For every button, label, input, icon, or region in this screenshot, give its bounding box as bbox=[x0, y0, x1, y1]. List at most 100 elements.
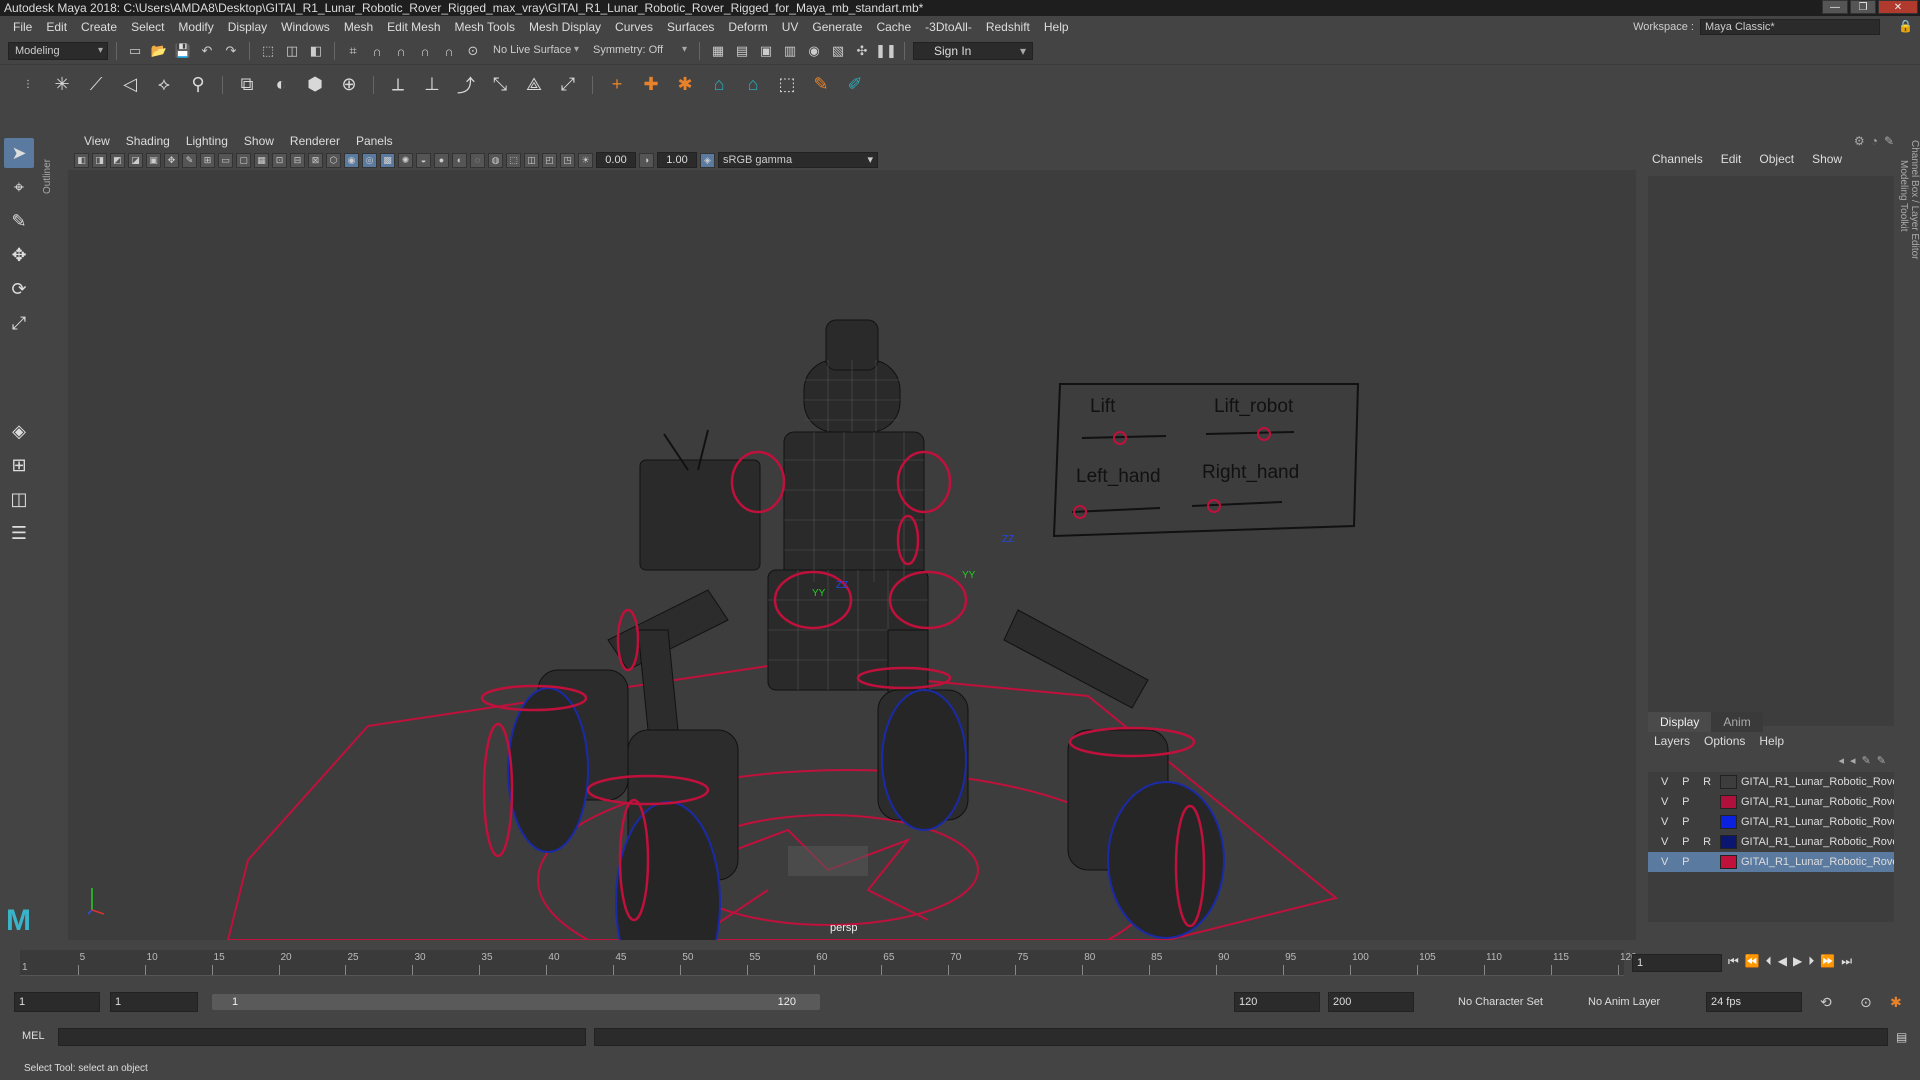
new-layer-icon[interactable]: ✎ bbox=[1862, 754, 1871, 767]
select-hierarchy-icon[interactable]: ⬚ bbox=[258, 41, 278, 61]
paint-weights-icon[interactable]: ✎ bbox=[807, 71, 835, 99]
vp-menu-show[interactable]: Show bbox=[236, 134, 282, 148]
channel-box-toggle-icon[interactable]: ✎ bbox=[1884, 134, 1894, 148]
play-forward-icon[interactable]: ▶ bbox=[1793, 954, 1802, 969]
anti-aliasing-icon[interactable]: ◌ bbox=[470, 152, 485, 168]
grease-pencil-icon[interactable]: ✎ bbox=[182, 152, 197, 168]
xray-icon[interactable]: ◫ bbox=[524, 152, 539, 168]
layer-name[interactable]: GITAI_R1_Lunar_Robotic_Rover bbox=[1741, 836, 1894, 848]
layer-color-swatch[interactable] bbox=[1719, 795, 1737, 809]
layer-playback[interactable]: P bbox=[1677, 854, 1694, 870]
move-tool-icon[interactable]: ✥ bbox=[4, 240, 34, 270]
cb-menu-edit[interactable]: Edit bbox=[1721, 152, 1742, 166]
xray-joints-icon[interactable]: ◰ bbox=[542, 152, 557, 168]
menu-create[interactable]: Create bbox=[74, 16, 124, 38]
menu-file[interactable]: File bbox=[6, 16, 39, 38]
layer-reference[interactable]: R bbox=[1698, 774, 1715, 790]
render-view-icon[interactable]: ▦ bbox=[708, 41, 728, 61]
save-scene-icon[interactable]: 💾 bbox=[173, 41, 193, 61]
color-management-icon[interactable]: ◈ bbox=[700, 152, 715, 168]
live-surface-dropdown[interactable]: No Live Surface bbox=[487, 42, 583, 60]
snap-curve-icon[interactable]: ∩ bbox=[367, 41, 387, 61]
bookmark-icon[interactable]: ◪ bbox=[128, 152, 143, 168]
menu-surfaces[interactable]: Surfaces bbox=[660, 16, 721, 38]
snap-live-icon[interactable]: ⊙ bbox=[463, 41, 483, 61]
aim-constraint-icon[interactable]: ⊥ bbox=[418, 71, 446, 99]
grid-icon[interactable]: ⊞ bbox=[200, 152, 215, 168]
mel-label[interactable]: MEL bbox=[22, 1030, 45, 1042]
anim-layer-dropdown[interactable]: No Anim Layer bbox=[1572, 992, 1682, 1012]
layer-visibility[interactable]: V bbox=[1656, 854, 1673, 870]
menu-uv[interactable]: UV bbox=[775, 16, 806, 38]
lasso-tool-icon[interactable]: ⌖ bbox=[4, 172, 34, 202]
depth-of-field-icon[interactable]: ◍ bbox=[488, 152, 503, 168]
menu-deform[interactable]: Deform bbox=[721, 16, 774, 38]
layer-menu-layers[interactable]: Layers bbox=[1654, 734, 1690, 748]
humanik-icon[interactable]: ⚲ bbox=[184, 71, 212, 99]
parent-constraint-icon[interactable]: ⟁ bbox=[520, 71, 548, 99]
step-back-key-icon[interactable]: ⏪ bbox=[1745, 954, 1760, 969]
move-layer-up-icon[interactable]: ◂ bbox=[1839, 754, 1845, 767]
go-to-end-icon[interactable]: ⏭ bbox=[1841, 954, 1852, 969]
layer-row[interactable]: V P GITAI_R1_Lunar_Robotic_Rover bbox=[1648, 852, 1894, 872]
character-set-dropdown[interactable]: No Character Set bbox=[1442, 992, 1560, 1012]
layer-name[interactable]: GITAI_R1_Lunar_Robotic_Rover bbox=[1741, 856, 1894, 868]
resolution-gate-icon[interactable]: ▢ bbox=[236, 152, 251, 168]
menu-set-dropdown[interactable]: Modeling bbox=[8, 42, 108, 60]
layer-row[interactable]: V P R GITAI_R1_Lunar_Robotic_Rover bbox=[1648, 832, 1894, 852]
select-component-icon[interactable]: ◧ bbox=[306, 41, 326, 61]
maximize-button[interactable]: ❐ bbox=[1850, 0, 1876, 14]
redshift-render-icon[interactable]: ▧ bbox=[828, 41, 848, 61]
textured-icon[interactable]: ▩ bbox=[380, 152, 395, 168]
menu-mesh-display[interactable]: Mesh Display bbox=[522, 16, 608, 38]
time-slider-track[interactable]: 1 5 10 15 20 25 30 35 40 45 50 55 60 65 70 75 80 85 90 95 10… bbox=[20, 950, 1637, 976]
step-forward-frame-icon[interactable]: ⏵ bbox=[1808, 954, 1814, 969]
empty-slot-icon[interactable]: ⬚ bbox=[773, 71, 801, 99]
layer-playback[interactable]: P bbox=[1677, 794, 1694, 810]
layer-playback[interactable]: P bbox=[1677, 774, 1694, 790]
hypershade-icon[interactable]: ◉ bbox=[804, 41, 824, 61]
command-input[interactable] bbox=[58, 1028, 586, 1046]
layer-row[interactable]: V P R GITAI_R1_Lunar_Robotic_Rover bbox=[1648, 772, 1894, 792]
snap-point-icon[interactable]: ∩ bbox=[391, 41, 411, 61]
layer-visibility[interactable]: V bbox=[1656, 814, 1673, 830]
outliner-layout-icon[interactable]: ☰ bbox=[4, 518, 34, 548]
camera-lock-icon[interactable]: ◨ bbox=[92, 152, 107, 168]
menu-help[interactable]: Help bbox=[1037, 16, 1076, 38]
layer-visibility[interactable]: V bbox=[1656, 834, 1673, 850]
menu-mesh-tools[interactable]: Mesh Tools bbox=[448, 16, 522, 38]
loop-icon[interactable]: ⟲ bbox=[1820, 994, 1832, 1011]
layer-name[interactable]: GITAI_R1_Lunar_Robotic_Rover bbox=[1741, 816, 1894, 828]
select-tool-icon[interactable]: ➤ bbox=[4, 138, 34, 168]
undo-icon[interactable]: ↶ bbox=[197, 41, 217, 61]
animation-start-field[interactable]: 1 bbox=[14, 992, 100, 1012]
2d-pan-icon[interactable]: ✥ bbox=[164, 152, 179, 168]
menu-display[interactable]: Display bbox=[221, 16, 274, 38]
step-back-frame-icon[interactable]: ⏴ bbox=[1766, 954, 1772, 969]
single-view-icon[interactable]: ◈ bbox=[4, 416, 34, 446]
open-scene-icon[interactable]: 📂 bbox=[149, 41, 169, 61]
backface-icon[interactable]: ◳ bbox=[560, 152, 575, 168]
lattice-icon[interactable]: ⧉ bbox=[233, 71, 261, 99]
character-icon[interactable]: ✱ bbox=[671, 71, 699, 99]
locator-icon[interactable]: + bbox=[603, 71, 631, 99]
play-backward-icon[interactable]: ◀ bbox=[1778, 954, 1787, 969]
playback-end-field[interactable]: 120 bbox=[1234, 992, 1320, 1012]
cb-menu-channels[interactable]: Channels bbox=[1652, 152, 1703, 166]
new-scene-icon[interactable]: ▭ bbox=[125, 41, 145, 61]
layer-menu-help[interactable]: Help bbox=[1759, 734, 1784, 748]
script-editor-icon[interactable]: ▤ bbox=[1896, 1030, 1907, 1044]
vp-menu-lighting[interactable]: Lighting bbox=[178, 134, 236, 148]
layer-color-swatch[interactable] bbox=[1719, 815, 1737, 829]
maya-rig2-icon[interactable]: ⌂ bbox=[739, 71, 767, 99]
cluster-icon[interactable]: ◐ bbox=[267, 71, 295, 99]
animation-end-field[interactable]: 200 bbox=[1328, 992, 1414, 1012]
menu-edit[interactable]: Edit bbox=[39, 16, 74, 38]
render-frame-icon[interactable]: ▤ bbox=[732, 41, 752, 61]
safe-title-icon[interactable]: ⊠ bbox=[308, 152, 323, 168]
tab-anim[interactable]: Anim bbox=[1711, 712, 1763, 732]
menu-redshift[interactable]: Redshift bbox=[979, 16, 1037, 38]
image-plane-icon[interactable]: ▣ bbox=[146, 152, 161, 168]
shelf-drag-handle[interactable]: ⋮ bbox=[14, 71, 42, 99]
select-object-icon[interactable]: ◫ bbox=[282, 41, 302, 61]
